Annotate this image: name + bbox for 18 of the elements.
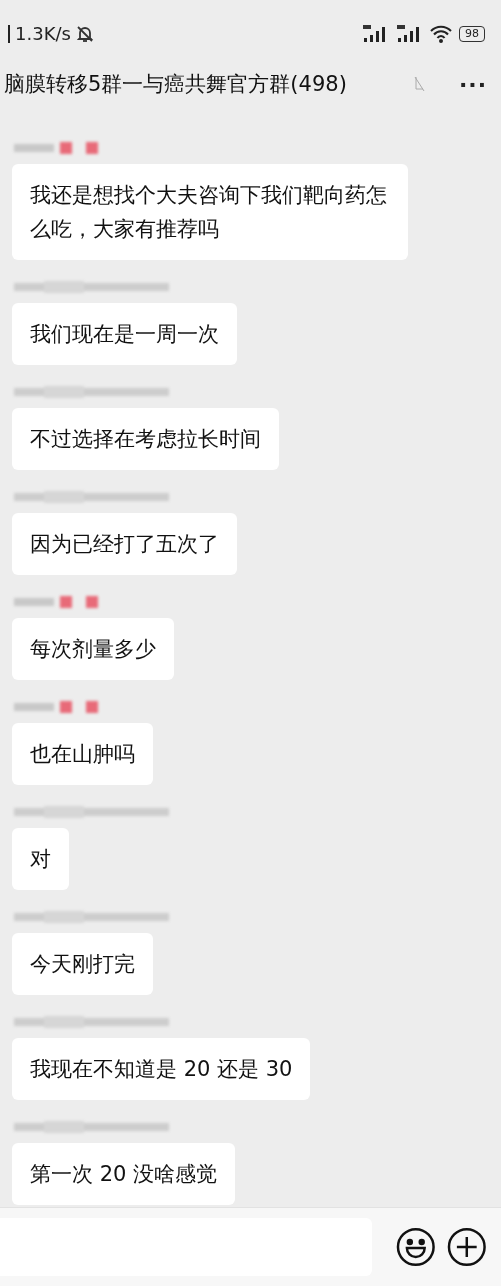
message-bubble: 每次剂量多少 <box>12 618 174 680</box>
muted-bell-icon <box>74 24 95 44</box>
message-bubble: 我现在不知道是 20 还是 30 <box>12 1038 311 1100</box>
message-bubble: 我们现在是一周一次 <box>12 303 237 365</box>
message-bubble: 对 <box>12 828 69 890</box>
add-icon[interactable] <box>447 1227 487 1267</box>
message-bubble: 不过选择在考虑拉长时间 <box>12 408 279 470</box>
message-bubble: 第一次 20 没啥感觉 <box>12 1143 236 1205</box>
wifi-icon <box>429 25 453 43</box>
chat-title: 脑膜转移5群一与癌共舞官方群(498) <box>4 71 348 98</box>
message-bubble: 也在山肿吗 <box>12 723 153 785</box>
message-bubble: 今天刚打完 <box>12 933 153 995</box>
network-speed: 1.3K/s <box>8 25 71 43</box>
message-bubble: 我还是想找个大夫咨询下我们靶向药怎么吃，大家有推荐吗 <box>12 164 408 260</box>
emoji-icon[interactable] <box>395 1227 436 1267</box>
message-bubble: 因为已经打了五次了 <box>12 513 237 575</box>
battery-level: 98 <box>459 26 485 42</box>
more-button[interactable]: ··· <box>458 71 487 97</box>
